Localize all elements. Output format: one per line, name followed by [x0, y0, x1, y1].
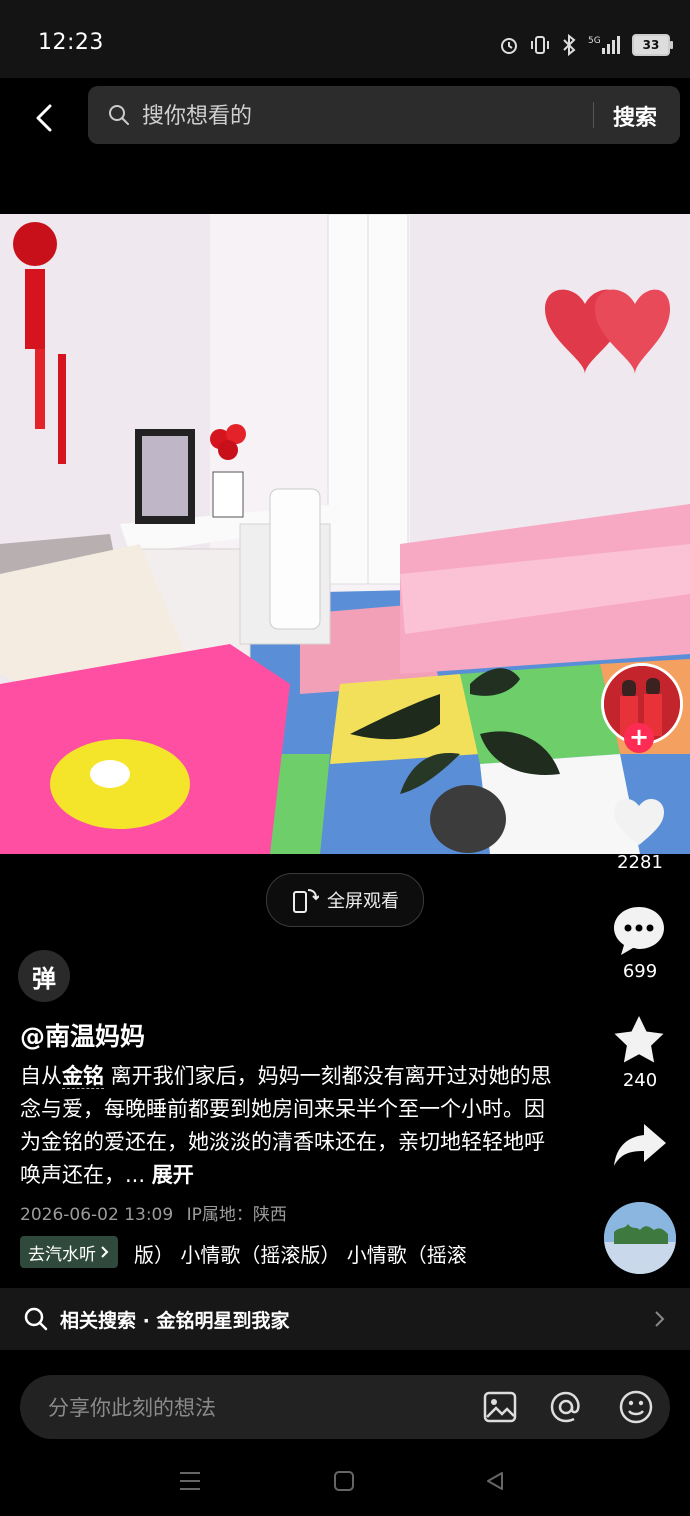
back-nav-icon[interactable]: [484, 1470, 506, 1492]
search-button[interactable]: 搜索: [613, 100, 657, 132]
chevron-right-icon: [101, 1246, 109, 1258]
comment-count: 699: [622, 961, 658, 982]
system-nav-bar: [0, 1450, 690, 1516]
battery-icon: 33: [632, 34, 673, 56]
search-icon: [109, 105, 129, 125]
vibrate-icon: [531, 36, 549, 54]
comment-bar: [20, 1375, 670, 1439]
status-bar: 12:23 5G 33: [0, 0, 690, 78]
menu-icon[interactable]: [178, 1470, 202, 1492]
music-chip[interactable]: 去汽水听: [20, 1236, 118, 1268]
search-divider: [593, 102, 594, 128]
back-button[interactable]: [24, 96, 64, 140]
fullscreen-label: 全屏观看: [327, 891, 399, 912]
danmu-toggle[interactable]: 弹: [18, 950, 70, 1002]
like-count: 2281: [617, 852, 663, 873]
favorite-count: 240: [622, 1070, 658, 1091]
chevron-right-icon: [655, 1311, 665, 1327]
post-meta: 2026-06-02 13:09 IP属地：陕西: [20, 1200, 287, 1225]
emoji-icon[interactable]: [618, 1389, 654, 1425]
music-cover-image: [604, 1202, 676, 1274]
post-datetime: 2026-06-02 13:09: [20, 1205, 174, 1225]
ip-location: IP属地：陕西: [186, 1205, 287, 1225]
video-player[interactable]: [0, 214, 690, 854]
related-search-label: 相关搜索 · 金铭明星到我家: [60, 1310, 290, 1332]
expand-link[interactable]: 展开: [152, 1163, 194, 1187]
alarm-icon: [501, 38, 517, 54]
comment-icon[interactable]: [612, 905, 666, 957]
star-icon[interactable]: [612, 1014, 666, 1066]
music-track-marquee: 版） 小情歌（摇滚版） 小情歌（摇滚: [134, 1243, 467, 1267]
chevron-left-icon: [36, 104, 52, 132]
desc-prefix: 自从: [20, 1064, 62, 1088]
music-disc[interactable]: [604, 1202, 676, 1274]
comment-input[interactable]: [46, 1387, 450, 1429]
rotate-screen-icon: [293, 889, 319, 913]
music-chip-label: 去汽水听: [28, 1244, 96, 1265]
share-icon[interactable]: [612, 1122, 668, 1168]
follow-button[interactable]: +: [624, 723, 654, 753]
mention-tag[interactable]: 金铭: [62, 1064, 104, 1089]
image-icon[interactable]: [482, 1389, 518, 1425]
bluetooth-icon: [563, 34, 576, 56]
post-description: 自从金铭 离开我们家后，妈妈一刻都没有离开过对她的思念与爱，每晚睡前都要到她房间…: [20, 1060, 560, 1192]
author-username[interactable]: @南温妈妈: [20, 1017, 145, 1053]
danmu-label: 弹: [32, 964, 56, 993]
mention-icon[interactable]: [548, 1389, 584, 1425]
search-icon: [24, 1307, 48, 1331]
search-box[interactable]: 搜索: [88, 86, 680, 144]
status-icons: 5G 33: [498, 34, 673, 56]
search-input[interactable]: [140, 96, 584, 136]
related-search-bar[interactable]: 相关搜索 · 金铭明星到我家: [0, 1288, 690, 1350]
like-icon[interactable]: [612, 797, 666, 847]
video-frame: [0, 214, 690, 854]
home-icon[interactable]: [333, 1470, 355, 1492]
status-time: 12:23: [38, 30, 104, 55]
svg-text:5G: 5G: [588, 36, 601, 46]
fullscreen-button[interactable]: 全屏观看: [266, 873, 424, 927]
signal-icon: 5G: [588, 36, 620, 54]
